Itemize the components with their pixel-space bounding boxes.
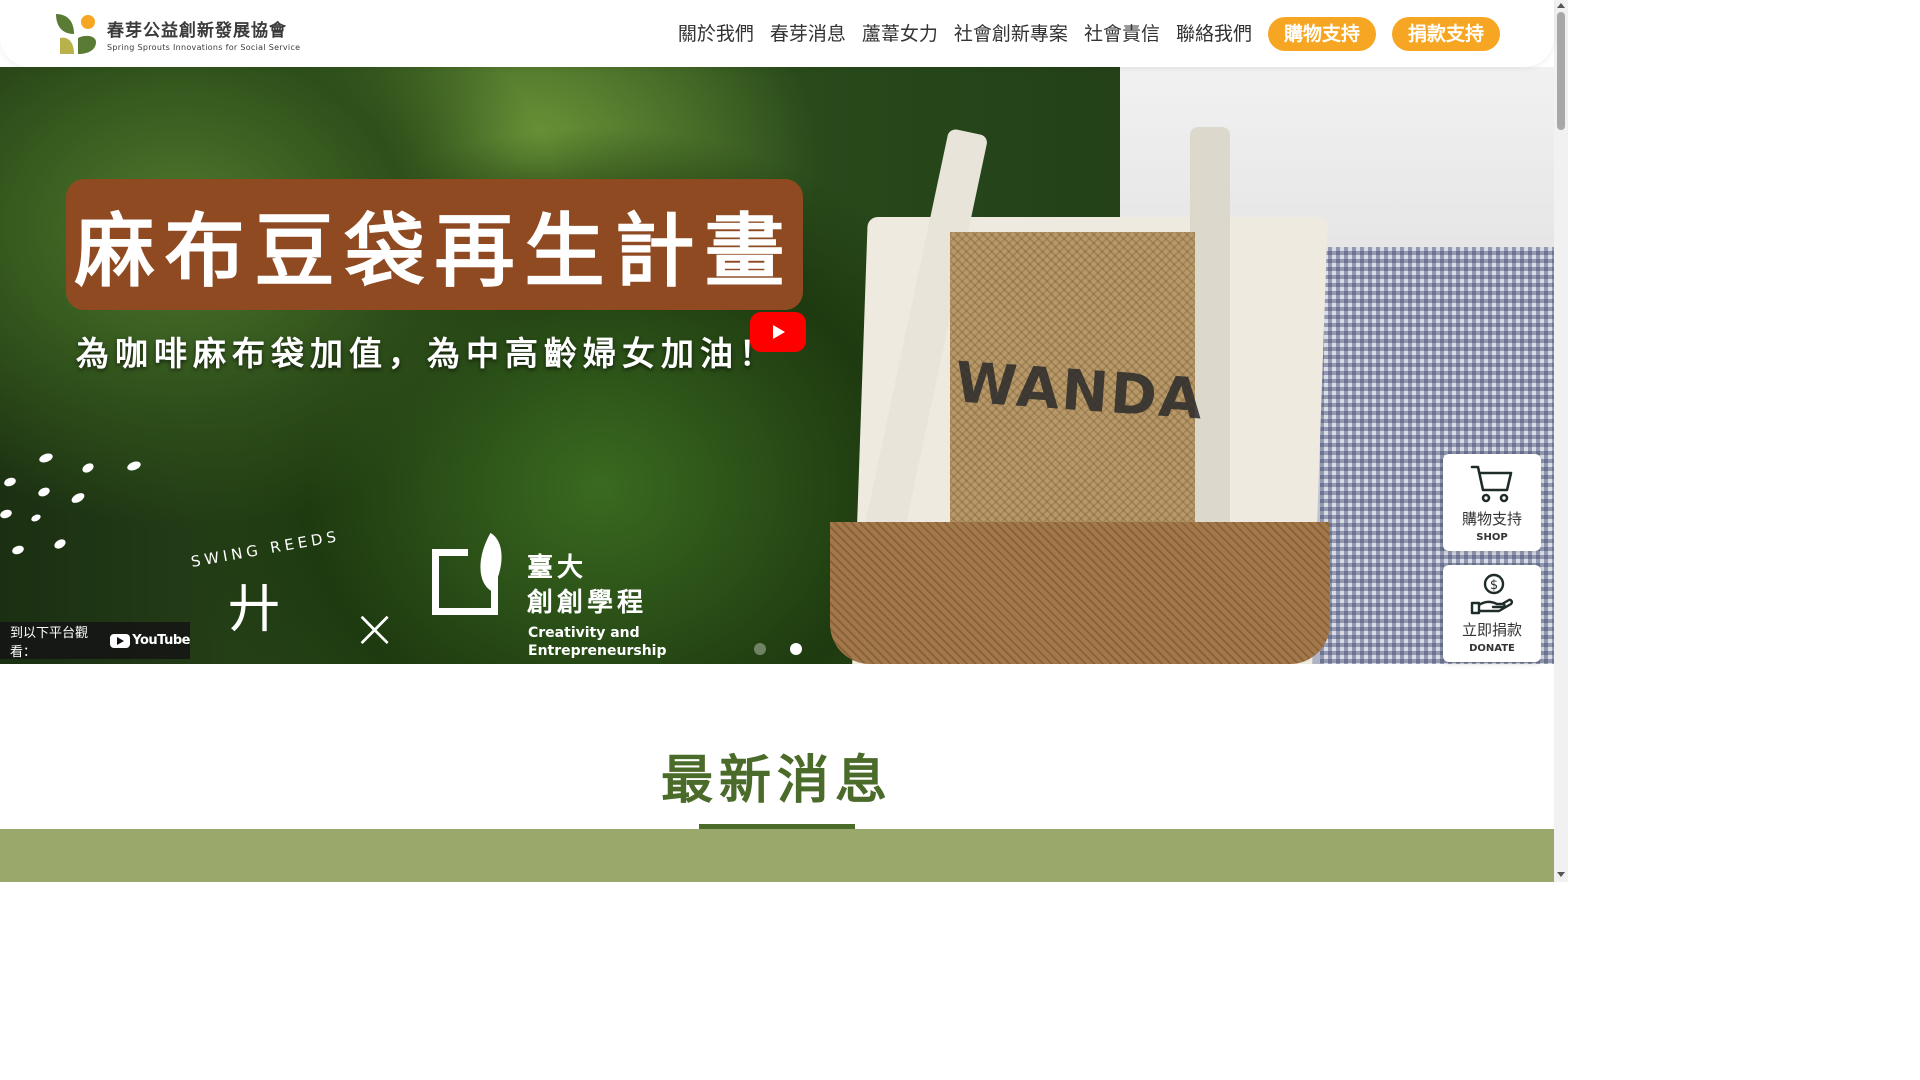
scroll-up-arrow-icon[interactable] xyxy=(1557,3,1565,8)
watch-on-youtube-button[interactable]: 到以下平台觀看： YouTube xyxy=(0,622,190,660)
page: 春芽公益創新發展協會 Spring Sprouts Innovations fo… xyxy=(0,0,1568,882)
donate-hand-icon: $ xyxy=(1470,573,1514,615)
carousel-indicators xyxy=(754,643,826,655)
sprout-logo-icon xyxy=(54,12,98,56)
carousel-dot-1[interactable] xyxy=(754,643,766,655)
shop-button-label: 購物支持 xyxy=(1461,510,1522,528)
partner-english-line1: Creativity and xyxy=(528,625,640,641)
hero-title: 麻布豆袋再生計畫 xyxy=(74,204,795,298)
hero-subtitle: 為咖啡麻布袋加值，為中高齡婦女加油！ xyxy=(76,334,778,373)
scroll-down-arrow-icon[interactable] xyxy=(1557,872,1565,877)
youtube-icon xyxy=(110,633,131,648)
youtube-logo: YouTube xyxy=(110,633,190,648)
ntu-creativity-logo: 臺大 創創學程 Creativity and Entrepreneurship xyxy=(432,532,672,664)
site-header: 春芽公益創新發展協會 Spring Sprouts Innovations fo… xyxy=(0,0,1554,67)
logo-text: 春芽公益創新發展協會 Spring Sprouts Innovations fo… xyxy=(107,16,300,52)
play-icon xyxy=(773,325,785,339)
news-section-band xyxy=(0,829,1554,882)
shop-button-english-label: SHOP xyxy=(1476,532,1508,543)
partner-name-line2: 創創學程 xyxy=(527,588,648,618)
floating-donate-button[interactable]: $ 立即捐款 DONATE xyxy=(1443,565,1541,662)
nav-about[interactable]: 關於我們 xyxy=(678,17,754,51)
hero-video[interactable]: WANDA 麻布豆袋再生計畫 為咖啡麻布袋加值，為中高齡婦女加油！ SWING … xyxy=(0,67,1554,664)
youtube-label: YouTube xyxy=(132,633,190,648)
decorative-dots-icon xyxy=(0,453,141,555)
cart-icon xyxy=(1470,465,1513,503)
ntu-logo-frame-top xyxy=(432,549,468,556)
donate-button-label: 立即捐款 xyxy=(1461,621,1522,639)
partner-english-line2: Entrepreneurship xyxy=(528,643,667,659)
carousel-dot-2[interactable] xyxy=(790,643,802,655)
swing-reeds-glyph: 廾 xyxy=(228,580,281,640)
nav-news[interactable]: 春芽消息 xyxy=(770,17,846,51)
nav-reeds-women[interactable]: 蘆葦女力 xyxy=(862,17,938,51)
tote-bag-jute-bottom xyxy=(830,522,1330,664)
svg-text:$: $ xyxy=(1490,578,1498,593)
scrollbar-thumb[interactable] xyxy=(1557,12,1565,130)
logo-chinese-name: 春芽公益創新發展協會 xyxy=(107,21,287,41)
watch-on-label: 到以下平台觀看： xyxy=(10,625,89,660)
nav-social-innovation[interactable]: 社會創新專案 xyxy=(954,17,1068,51)
news-section-title: 最新消息 xyxy=(660,751,893,811)
nav-contact[interactable]: 聯絡我們 xyxy=(1176,17,1252,51)
donate-support-button[interactable]: 捐款支持 xyxy=(1391,17,1500,51)
donate-button-english-label: DONATE xyxy=(1469,643,1515,654)
logo-english-name: Spring Sprouts Innovations for Social Se… xyxy=(107,43,301,52)
site-logo[interactable]: 春芽公益創新發展協會 Spring Sprouts Innovations fo… xyxy=(54,12,304,56)
floating-shop-button[interactable]: 購物支持 SHOP xyxy=(1443,454,1541,551)
collaboration-cross: × xyxy=(352,597,398,660)
youtube-play-button[interactable] xyxy=(750,312,806,352)
nav-accountability[interactable]: 社會責信 xyxy=(1084,17,1160,51)
partner-name-line1: 臺大 xyxy=(527,553,588,583)
shop-support-button[interactable]: 購物支持 xyxy=(1267,17,1376,51)
page-scrollbar[interactable] xyxy=(1554,0,1568,882)
hero-title-banner: 麻布豆袋再生計畫 xyxy=(66,179,803,310)
main-nav: 關於我們 春芽消息 蘆葦女力 社會創新專案 社會責信 聯絡我們 購物支持 捐款支… xyxy=(678,17,1500,51)
